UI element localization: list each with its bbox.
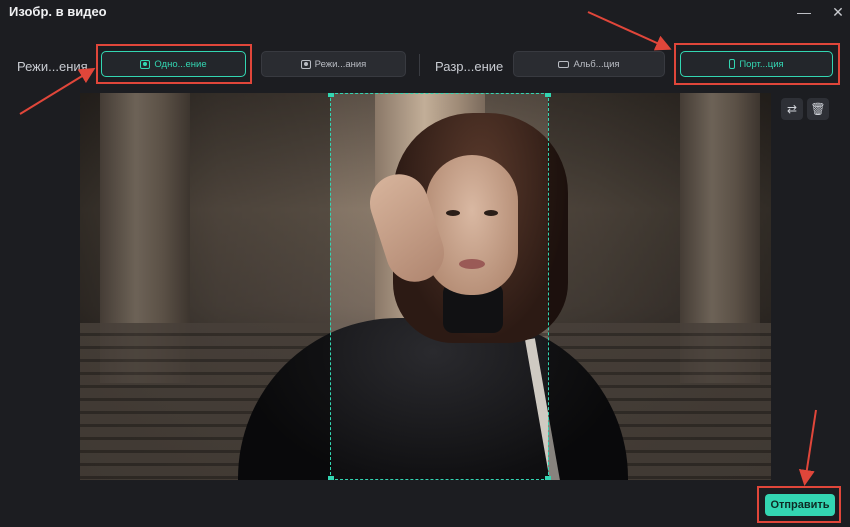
mode-option-multi[interactable]: Режи...ания — [261, 51, 406, 77]
toolbar-divider — [419, 54, 420, 76]
ratio-option-landscape[interactable]: Альб...ция — [513, 51, 665, 77]
submit-button[interactable]: Отправить — [765, 494, 835, 516]
crop-handle-top-right[interactable] — [545, 93, 551, 97]
crop-mask-right — [548, 93, 771, 480]
mode-option-single-label: Одно...ение — [154, 58, 207, 70]
crop-handle-bottom-left[interactable] — [328, 476, 334, 480]
crop-handle-bottom-right[interactable] — [545, 476, 551, 480]
user-frame-icon — [140, 59, 151, 69]
user-frame-icon — [300, 59, 311, 69]
window-title: Изобр. в видео — [9, 4, 107, 19]
ratio-label: Разр...ение — [435, 59, 504, 74]
crop-frame[interactable] — [328, 93, 551, 480]
crop-handle-top-left[interactable] — [328, 93, 334, 97]
image-preview[interactable] — [80, 93, 771, 480]
trash-icon[interactable]: 🗑 — [807, 98, 829, 120]
mode-option-multi-label: Режи...ания — [314, 58, 367, 70]
ratio-option-portrait-label: Порт...ция — [739, 58, 784, 70]
ratio-option-portrait[interactable]: Порт...ция — [680, 51, 833, 77]
replace-image-icon[interactable]: ⇄ — [781, 98, 803, 120]
annotation-arrow — [798, 409, 817, 486]
crop-mask-left — [80, 93, 330, 480]
landscape-icon — [558, 60, 570, 68]
ratio-option-landscape-label: Альб...ция — [573, 58, 620, 70]
title-bar: Изобр. в видео — ✕ — [0, 0, 850, 26]
mode-option-single[interactable]: Одно...ение — [101, 51, 246, 77]
mode-label: Режи...ения — [17, 59, 88, 74]
close-icon[interactable]: ✕ — [829, 3, 847, 21]
minimize-icon[interactable]: — — [795, 3, 813, 21]
portrait-icon — [729, 59, 736, 69]
